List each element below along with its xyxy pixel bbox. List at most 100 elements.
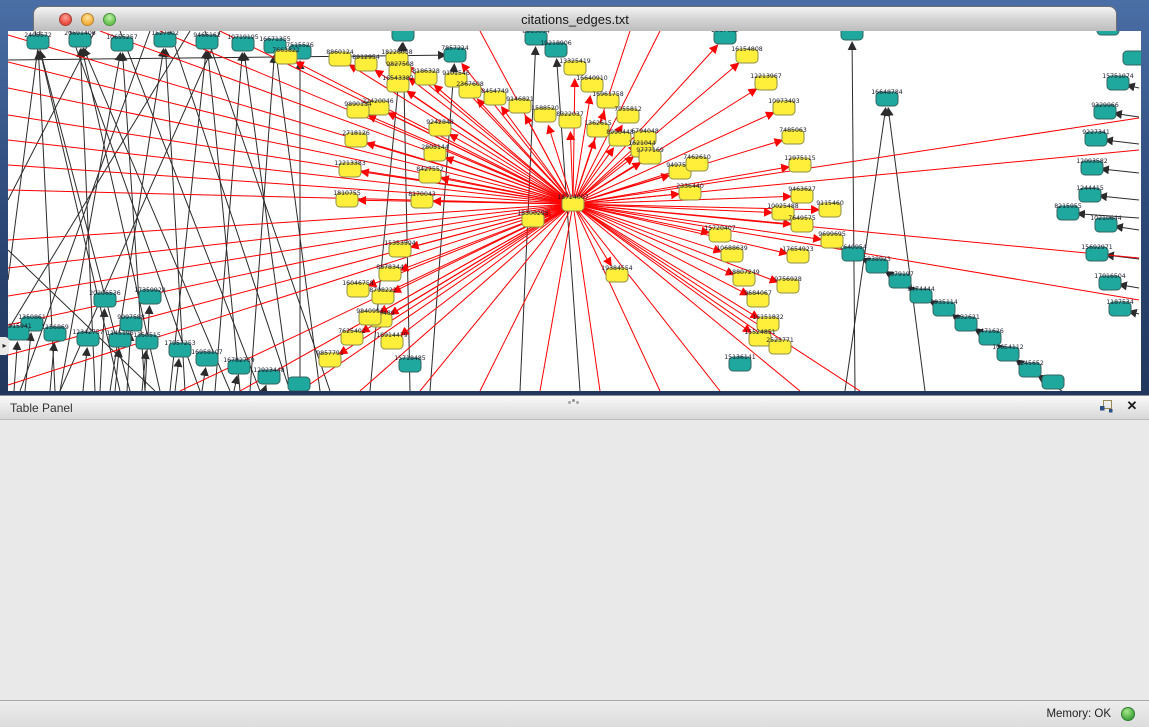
- node-label: 1350861: [18, 314, 46, 321]
- node-label: 10210644: [1090, 215, 1122, 222]
- node-label: 16046758: [342, 280, 374, 287]
- node-label: 10025488: [767, 203, 799, 210]
- network-desktop: citations_edges.txt 24055722069140610655…: [0, 0, 1149, 395]
- node-label: 7857224: [441, 45, 469, 52]
- node-label: 19384554: [601, 265, 633, 272]
- close-panel-icon[interactable]: ✕: [1124, 398, 1140, 414]
- node-label: 8990448: [606, 129, 634, 136]
- node-label: 8215955: [1054, 203, 1082, 210]
- node-label: 2336440: [676, 183, 704, 190]
- node-label: 7649575: [788, 215, 816, 222]
- node-label: 12342757: [72, 329, 104, 336]
- node-label: 9101546: [442, 70, 470, 77]
- node-label: 9756928: [774, 276, 802, 283]
- node-label: 8322037: [556, 111, 584, 118]
- node-label: 9890134: [344, 101, 372, 108]
- node-label: 18724007: [557, 194, 589, 201]
- node-label: 8186328: [412, 68, 440, 75]
- node-label: 8813054: [522, 31, 550, 35]
- node-label: 16543382: [382, 75, 414, 82]
- node-label: 9245652: [1016, 360, 1044, 367]
- node-label: 8471626: [976, 328, 1004, 335]
- memory-status-label: Memory: OK: [1046, 708, 1111, 720]
- network-node[interactable]: [288, 377, 310, 391]
- node-label: 17957253: [164, 340, 196, 347]
- node-label: 10654112: [992, 344, 1024, 351]
- node-label: 16640910: [576, 75, 608, 82]
- node-label: 9827508: [386, 61, 414, 68]
- network-node[interactable]: [392, 31, 414, 41]
- node-label: 12093582: [1076, 158, 1108, 165]
- node-label: 1187534: [1106, 299, 1134, 306]
- node-label: 16961758: [592, 91, 624, 98]
- network-node[interactable]: [1123, 51, 1141, 65]
- node-label: 16782759: [223, 357, 255, 364]
- node-label: 12975115: [784, 155, 816, 162]
- node-label: 7462610: [683, 154, 711, 161]
- memory-status-icon[interactable]: [1121, 707, 1135, 721]
- node-label: 15524851: [744, 329, 776, 336]
- node-label: 8878344: [376, 264, 404, 271]
- node-label: 9463627: [788, 186, 816, 193]
- node-label: 16914479: [376, 332, 408, 339]
- node-label: 18300295: [517, 210, 549, 217]
- network-svg[interactable]: 2405572206914061065525715276029466162107…: [8, 31, 1141, 391]
- node-label: 1362615: [584, 120, 612, 127]
- node-label: 9115460: [816, 200, 844, 207]
- node-label: 2687682: [711, 31, 739, 34]
- node-label: 16648784: [871, 89, 903, 96]
- node-label: 8427552: [416, 166, 444, 173]
- node-label: 8454749: [481, 88, 509, 95]
- node-label: 1145195: [106, 330, 134, 337]
- node-label: 6794048: [631, 128, 659, 135]
- node-label: 9699695: [818, 231, 846, 238]
- node-label: 8912954: [352, 54, 380, 61]
- status-bar: Memory: OK: [0, 700, 1149, 727]
- node-label: 1527602: [151, 31, 179, 37]
- node-label: 7955812: [614, 106, 642, 113]
- node-label: 1588520: [531, 105, 559, 112]
- node-label: 7485063: [779, 127, 807, 134]
- node-label: 16154808: [731, 46, 763, 53]
- node-label: 9146821: [506, 96, 534, 103]
- node-label: 2405572: [24, 32, 52, 39]
- network-node[interactable]: [1097, 31, 1119, 35]
- node-label: 10688639: [716, 245, 748, 252]
- panel-expand-handle[interactable]: ▸: [0, 337, 9, 355]
- node-label: 20206536: [89, 290, 121, 297]
- network-window-titlebar[interactable]: citations_edges.txt: [33, 6, 1117, 31]
- node-label: 20691406: [64, 31, 96, 37]
- network-node[interactable]: [841, 31, 863, 40]
- node-label: 17359928: [134, 287, 166, 294]
- node-label: 15692971: [1081, 244, 1113, 251]
- node-label: 3915941: [8, 323, 32, 330]
- node-label: 8860124: [326, 49, 354, 56]
- node-label: 2935114: [930, 299, 958, 306]
- node-label: 19218906: [540, 40, 572, 47]
- node-label: 17654923: [782, 246, 814, 253]
- float-panel-icon[interactable]: [1098, 399, 1114, 415]
- node-label: 15136141: [724, 354, 756, 361]
- split-drag-handle[interactable]: [572, 399, 575, 402]
- node-label: 8170043: [408, 191, 436, 198]
- network-node[interactable]: [1042, 375, 1064, 389]
- network-canvas[interactable]: 2405572206914061065525715276029466162107…: [8, 31, 1141, 391]
- node-label: 9242848: [426, 119, 454, 126]
- node-label: 8798222: [369, 287, 397, 294]
- node-label: 9840993: [356, 308, 384, 315]
- node-label: 16151832: [752, 314, 784, 321]
- node-label: 9227341: [1082, 129, 1110, 136]
- node-label: 7832621: [952, 314, 980, 321]
- node-label: 9474444: [907, 286, 935, 293]
- node-label: 15353594: [384, 240, 416, 247]
- node-label: 1156869: [41, 324, 69, 331]
- node-label: 9329966: [1091, 102, 1119, 109]
- node-label: 17016504: [1094, 273, 1126, 280]
- node-label: 9684067: [744, 290, 772, 297]
- node-label: 6879197: [886, 271, 914, 278]
- node-label: 2523771: [766, 337, 794, 344]
- node-label: 9777169: [636, 147, 664, 154]
- table-panel-title: Table Panel: [10, 401, 73, 415]
- node-label: 10973493: [768, 98, 800, 105]
- network-window-title: citations_edges.txt: [34, 12, 1116, 27]
